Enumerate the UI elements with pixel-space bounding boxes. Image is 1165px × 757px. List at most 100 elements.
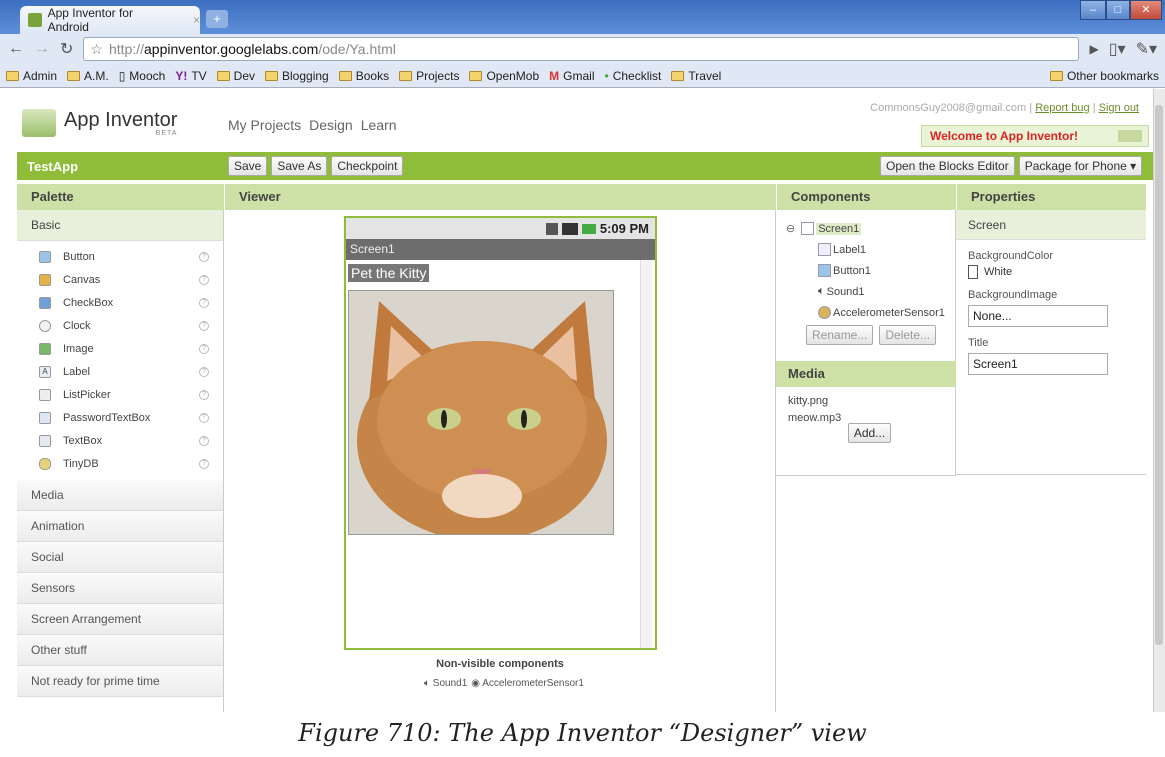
app-inventor-logo[interactable]: App Inventor BETA	[22, 109, 177, 137]
yahoo-icon: Y!	[175, 68, 188, 83]
palette-panel: Basic Button? Canvas? CheckBox? Clock? I…	[17, 210, 224, 712]
add-media-button[interactable]: Add...	[847, 423, 892, 443]
palette-item-button[interactable]: Button?	[17, 245, 223, 268]
save-button[interactable]: Save	[228, 156, 268, 176]
nav-design[interactable]: Design	[309, 117, 353, 133]
help-icon[interactable]: ?	[199, 251, 209, 262]
title-field[interactable]: Screen1	[968, 353, 1108, 375]
palette-category-other-stuff[interactable]: Other stuff	[17, 635, 223, 666]
tree-screen1[interactable]: ⊖ Screen1	[786, 218, 955, 239]
help-icon[interactable]: ?	[199, 366, 209, 377]
palette-category-animation[interactable]: Animation	[17, 511, 223, 542]
android-logo-icon	[22, 109, 56, 137]
nav-my-projects[interactable]: My Projects	[228, 117, 301, 133]
background-color-picker[interactable]: White	[968, 265, 1146, 279]
palette-item-textbox[interactable]: TextBox?	[17, 429, 223, 452]
help-icon[interactable]: ?	[199, 274, 209, 285]
kitty-image-button[interactable]	[348, 290, 614, 535]
palette-item-clock[interactable]: Clock?	[17, 314, 223, 337]
checkpoint-button[interactable]: Checkpoint	[331, 156, 404, 176]
rename-button[interactable]: Rename...	[806, 325, 874, 345]
tree-accelerometer[interactable]: AccelerometerSensor1	[786, 302, 955, 323]
sign-out-link[interactable]: Sign out	[1099, 102, 1139, 114]
reload-icon[interactable]: ↻	[60, 39, 73, 59]
palette-item-label[interactable]: A Label?	[17, 360, 223, 383]
palette-item-checkbox[interactable]: CheckBox?	[17, 291, 223, 314]
palette-item-passwordtextbox[interactable]: PasswordTextBox?	[17, 406, 223, 429]
address-bar[interactable]: ☆ http://appinventor.googlelabs.com/ode/…	[83, 37, 1080, 61]
play-icon[interactable]: ▶	[1089, 42, 1098, 56]
report-bug-link[interactable]: Report bug	[1035, 102, 1089, 114]
phone-scrollbar[interactable]	[640, 260, 652, 648]
help-icon[interactable]: ?	[199, 297, 209, 308]
palette-category-media[interactable]: Media	[17, 480, 223, 511]
folder-icon	[671, 70, 685, 81]
minimize-button[interactable]: –	[1080, 0, 1106, 20]
palette-category-screen-arrangement[interactable]: Screen Arrangement	[17, 604, 223, 635]
checklist-icon: •	[604, 68, 609, 83]
bookmark-openmob[interactable]: OpenMob	[469, 69, 539, 83]
close-window-button[interactable]: ✕	[1130, 0, 1162, 20]
help-icon[interactable]: ?	[199, 343, 209, 354]
nav-learn[interactable]: Learn	[361, 117, 397, 133]
palette-category-basic[interactable]: Basic	[17, 210, 223, 241]
folder-icon	[469, 70, 483, 81]
help-icon[interactable]: ?	[199, 458, 209, 469]
bookmark-dev[interactable]: Dev	[216, 69, 255, 83]
bookmark-tv[interactable]: Y! TV	[175, 69, 206, 83]
help-icon[interactable]: ?	[199, 412, 209, 423]
bookmark-am[interactable]: A.M.	[67, 69, 109, 83]
palette-item-canvas[interactable]: Canvas?	[17, 268, 223, 291]
accelerometer-nonvisible[interactable]: ◉ AccelerometerSensor1	[471, 678, 584, 689]
palette-item-listpicker[interactable]: ListPicker?	[17, 383, 223, 406]
delete-button[interactable]: Delete...	[879, 325, 937, 345]
label1-preview[interactable]: Pet the Kitty	[348, 264, 430, 282]
folder-icon	[265, 70, 279, 81]
palette-item-tinydb[interactable]: TinyDB?	[17, 452, 223, 475]
page-scrollbar-thumb[interactable]	[1155, 105, 1163, 645]
wrench-menu-icon[interactable]: ✎▾	[1136, 39, 1157, 59]
bookmark-projects[interactable]: Projects	[399, 69, 459, 83]
save-as-button[interactable]: Save As	[271, 156, 328, 176]
bookmark-books[interactable]: Books	[338, 69, 389, 83]
page-menu-icon[interactable]: ▯▾	[1109, 39, 1126, 59]
palette-category-social[interactable]: Social	[17, 542, 223, 573]
welcome-window-icons[interactable]	[1118, 130, 1142, 142]
tree-label1[interactable]: Label1	[786, 239, 955, 260]
browser-tab[interactable]: App Inventor for Android ×	[20, 6, 200, 34]
palette-category-sensors[interactable]: Sensors	[17, 573, 223, 604]
bookmark-mooch[interactable]: ▯ Mooch	[119, 69, 166, 83]
help-icon[interactable]: ?	[199, 435, 209, 446]
tree-button1[interactable]: Button1	[786, 260, 955, 281]
bookmark-travel[interactable]: Travel	[671, 69, 721, 83]
logo-beta: BETA	[155, 129, 178, 137]
package-for-phone-button[interactable]: Package for Phone ▾	[1018, 156, 1143, 176]
background-image-field[interactable]: None...	[968, 305, 1108, 327]
project-buttons: Save Save As Checkpoint	[228, 156, 407, 176]
palette-category-not-ready[interactable]: Not ready for prime time	[17, 666, 223, 697]
sound1-nonvisible[interactable]: 🔈︎ Sound1	[424, 678, 467, 689]
bookmark-blogging[interactable]: Blogging	[265, 69, 329, 83]
other-bookmarks[interactable]: Other bookmarks	[1049, 69, 1159, 83]
maximize-button[interactable]: □	[1106, 0, 1130, 20]
help-icon[interactable]: ?	[199, 320, 209, 331]
tab-close-icon[interactable]: ×	[193, 13, 200, 27]
bookmark-admin[interactable]: Admin	[6, 69, 57, 83]
palette-item-image[interactable]: Image?	[17, 337, 223, 360]
bookmark-gmail[interactable]: M Gmail	[549, 69, 594, 83]
media-file[interactable]: kitty.png	[788, 395, 955, 407]
background-image-label: BackgroundImage	[968, 289, 1058, 301]
new-tab-button[interactable]: +	[206, 10, 228, 28]
open-blocks-editor-button[interactable]: Open the Blocks Editor	[880, 156, 1015, 176]
tree-sound1[interactable]: 🔈︎ Sound1	[786, 281, 955, 302]
phone-status-bar: 5:09 PM	[346, 218, 655, 239]
back-arrow-icon[interactable]: ←	[8, 40, 24, 58]
collapse-icon[interactable]: ⊖	[786, 222, 795, 235]
bookmark-star-icon[interactable]: ☆	[90, 41, 103, 58]
forward-arrow-icon[interactable]: →	[34, 40, 50, 58]
media-panel: kitty.png meow.mp3 Add...	[776, 387, 956, 476]
help-icon[interactable]: ?	[199, 389, 209, 400]
non-visible-components-label: Non-visible components	[436, 658, 564, 670]
network-icon	[545, 222, 558, 235]
bookmark-checklist[interactable]: • Checklist	[605, 69, 662, 83]
